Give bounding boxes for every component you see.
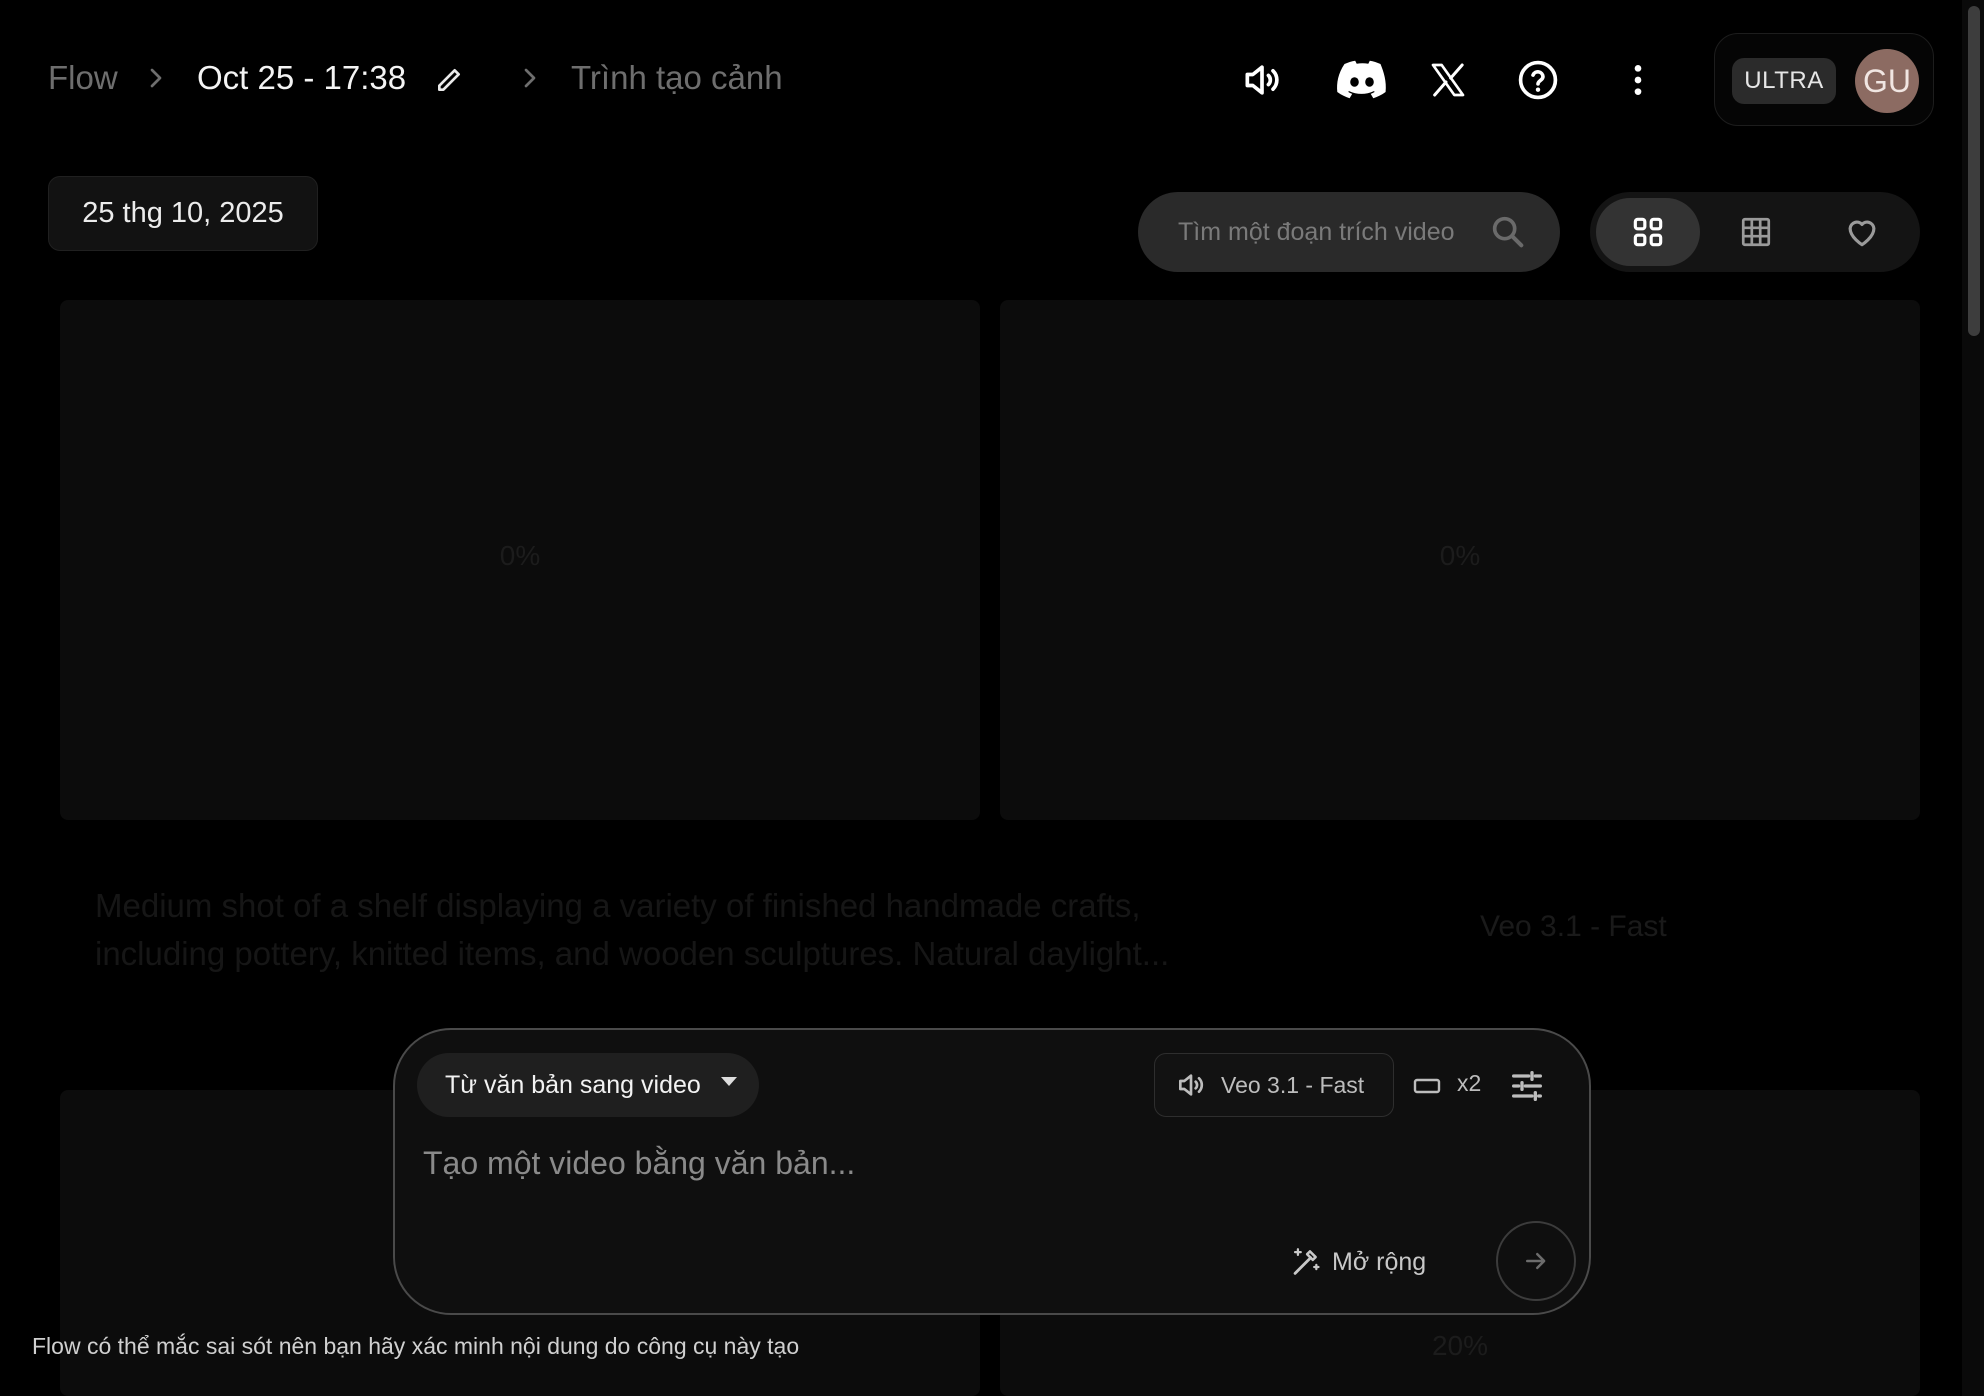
progress-label: 0% <box>499 540 541 571</box>
breadcrumb-root[interactable]: Flow <box>48 56 118 100</box>
expand-prompt-button[interactable]: Mở rộng <box>1288 1240 1426 1284</box>
model-label: Veo 3.1 - Fast <box>1221 1071 1365 1098</box>
clip-model-label: Veo 3.1 - Fast <box>1480 910 1667 943</box>
aspect-ratio-icon[interactable] <box>1413 1068 1443 1104</box>
dense-grid-view-icon <box>1741 217 1771 247</box>
progress-label: 0% <box>1439 540 1481 571</box>
top-bar: Flow Oct 25 - 17:38 Trình tạo cảnh ULTRA… <box>0 0 1984 160</box>
settings-tune-icon[interactable] <box>1507 1066 1547 1106</box>
view-toggle-group <box>1590 192 1920 272</box>
more-vert-icon[interactable] <box>1614 56 1662 104</box>
breadcrumb-project[interactable]: Oct 25 - 17:38 <box>197 56 406 100</box>
scrollbar-thumb[interactable] <box>1968 6 1980 336</box>
account-menu[interactable]: ULTRA GU <box>1714 33 1934 126</box>
favorites-view-button[interactable] <box>1810 198 1914 266</box>
breadcrumb-current: Trình tạo cảnh <box>571 59 783 96</box>
chevron-right-icon <box>524 68 536 88</box>
arrow-right-icon <box>1526 1252 1546 1270</box>
video-card[interactable]: 0% <box>1000 300 1920 820</box>
prompt-composer: Từ văn bản sang video Veo 3.1 - Fast x2 … <box>393 1028 1591 1315</box>
model-selector[interactable]: Veo 3.1 - Fast <box>1154 1053 1394 1117</box>
edit-pencil-icon[interactable] <box>434 63 466 95</box>
send-button[interactable] <box>1496 1221 1576 1301</box>
mode-dropdown[interactable]: Từ văn bản sang video <box>417 1053 759 1117</box>
favorites-heart-icon <box>1848 220 1876 247</box>
progress-label: 20% <box>1431 1330 1489 1361</box>
avatar[interactable]: GU <box>1855 49 1919 113</box>
disclaimer-text: Flow có thể mắc sai sót nên bạn hãy xác … <box>32 1333 800 1359</box>
prompt-input[interactable] <box>423 1135 1523 1191</box>
discord-icon[interactable] <box>1334 56 1390 104</box>
dense-grid-view-button[interactable] <box>1704 198 1808 266</box>
x-logo-icon[interactable] <box>1424 56 1472 104</box>
date-filter-chip[interactable]: 25 thg 10, 2025 <box>48 176 318 251</box>
video-card[interactable]: 0% <box>60 300 980 820</box>
clip-prompt-text: Medium shot of a shelf displaying a vari… <box>95 887 1170 972</box>
magic-pen-icon <box>1293 1248 1320 1275</box>
grid-view-icon <box>1633 217 1663 247</box>
search-icon[interactable] <box>1488 212 1528 252</box>
search-bar <box>1138 192 1560 272</box>
help-icon[interactable] <box>1514 56 1562 104</box>
chevron-right-icon <box>150 68 162 88</box>
mode-label: Từ văn bản sang video <box>445 1070 701 1099</box>
dropdown-caret-icon <box>721 1077 737 1086</box>
search-input[interactable] <box>1178 210 1478 254</box>
output-count[interactable]: x2 <box>1457 1070 1481 1097</box>
volume-icon[interactable] <box>1238 56 1286 104</box>
plan-badge: ULTRA <box>1732 58 1836 104</box>
expand-label: Mở rộng <box>1332 1247 1427 1276</box>
grid-view-button[interactable] <box>1596 198 1700 266</box>
volume-icon <box>1179 1074 1204 1096</box>
